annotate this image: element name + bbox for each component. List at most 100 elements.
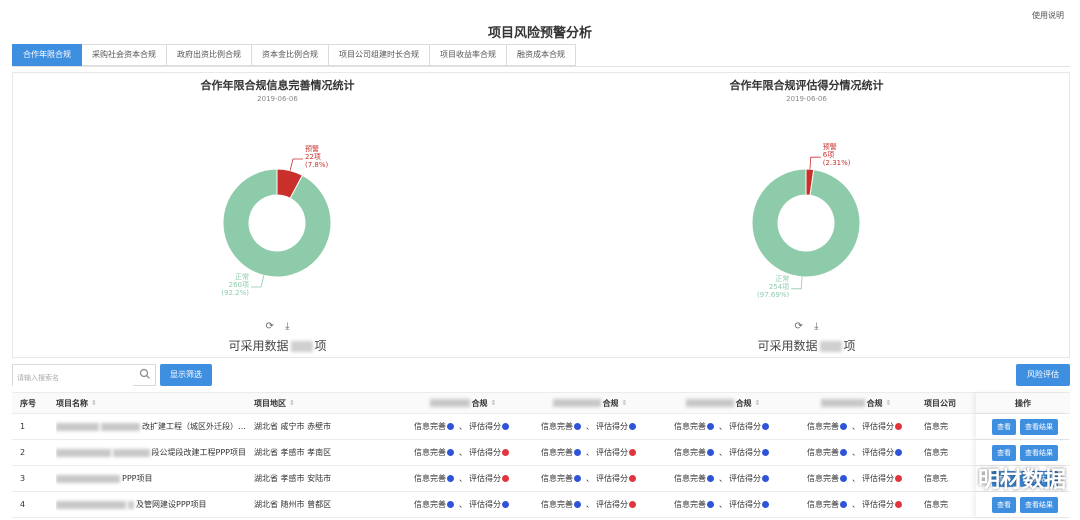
search-input[interactable] bbox=[13, 368, 133, 388]
separator: 、 bbox=[459, 500, 467, 509]
row-area-text: 湖北省 随州市 曾都区 bbox=[254, 500, 332, 509]
available-suffix: 项 bbox=[843, 339, 856, 353]
col-op-label: 操作 bbox=[1015, 398, 1031, 408]
search-box bbox=[12, 364, 156, 388]
row-area-text: 湖北省 孝感市 安陆市 bbox=[254, 474, 332, 483]
check-icon bbox=[895, 449, 902, 456]
col-area[interactable]: 项目地区 ⇕ bbox=[254, 393, 394, 413]
row-name[interactable]: 改扩建工程（城区外迁段）… bbox=[56, 414, 246, 439]
separator: 、 bbox=[852, 448, 860, 457]
separator: 、 bbox=[852, 422, 860, 431]
col-name[interactable]: 项目名称 ⇕ bbox=[56, 393, 246, 413]
check-icon bbox=[574, 501, 581, 508]
download-icon[interactable]: ⤓ bbox=[285, 321, 289, 332]
check-icon bbox=[707, 449, 714, 456]
tab-1[interactable]: 采购社会资本合规 bbox=[82, 44, 167, 66]
slice-1[interactable] bbox=[222, 168, 332, 278]
check-icon bbox=[840, 501, 847, 508]
table-row[interactable]: 3 PPP项目 湖北省 孝感市 安陆市 信息完善、评估得分 信息完善、评估得分 信息… bbox=[12, 466, 1070, 492]
sort-icon[interactable]: ⇕ bbox=[491, 399, 497, 407]
row-compliance-status: 信息完善 、评估得分 bbox=[524, 492, 656, 517]
view-result-button[interactable]: 查看结果 bbox=[1020, 444, 1058, 461]
redacted-text bbox=[685, 399, 734, 407]
redacted-text bbox=[112, 448, 150, 457]
tab-3[interactable]: 资本金比例合规 bbox=[252, 44, 329, 66]
view-button[interactable]: 查看 bbox=[992, 444, 1016, 461]
info-label: 信息完善 bbox=[414, 500, 446, 509]
row-name[interactable]: 段公堤段改建工程PPP项目 bbox=[56, 440, 246, 465]
view-button[interactable]: 查看 bbox=[992, 418, 1016, 435]
sort-icon[interactable]: ⇕ bbox=[886, 399, 892, 407]
slice-1[interactable] bbox=[751, 168, 861, 278]
check-icon bbox=[762, 449, 769, 456]
sort-icon[interactable]: ⇕ bbox=[755, 399, 761, 407]
view-button[interactable]: 查看 bbox=[992, 496, 1016, 513]
redacted-text bbox=[101, 422, 140, 431]
col-compliance-2[interactable]: 合规 ⇕ bbox=[524, 393, 656, 413]
search-icon[interactable] bbox=[139, 368, 151, 380]
sort-icon[interactable]: ⇕ bbox=[289, 399, 295, 407]
info-label: 信息完善 bbox=[674, 448, 706, 457]
tab-4[interactable]: 项目公司组建时长合规 bbox=[329, 44, 430, 66]
info-label: 信息完善 bbox=[807, 500, 839, 509]
tab-2[interactable]: 政府出资比例合规 bbox=[167, 44, 252, 66]
tab-bar: 合作年限合规 采购社会资本合规 政府出资比例合规 资本金比例合规 项目公司组建时长合规项… bbox=[12, 44, 576, 66]
leader-line bbox=[250, 275, 265, 288]
row-company-text: 信息完 bbox=[924, 500, 948, 509]
refresh-icon[interactable]: ⟳ bbox=[795, 321, 803, 332]
chart-tools: ⟳ ⤓ bbox=[13, 321, 542, 332]
view-result-button[interactable]: 查看结果 bbox=[1020, 470, 1058, 487]
info-label: 信息完善 bbox=[414, 474, 446, 483]
table-row[interactable]: 4 及管网建设PPP项目 湖北省 随州市 曾都区 信息完善、评估得分 信息完善、评估… bbox=[12, 492, 1070, 518]
leader-line bbox=[791, 276, 803, 290]
page-title: 项目风险预警分析 bbox=[487, 26, 592, 41]
separator: 、 bbox=[586, 474, 594, 483]
check-icon bbox=[447, 423, 454, 430]
cross-icon bbox=[629, 501, 636, 508]
row-name[interactable]: PPP项目 bbox=[56, 466, 246, 491]
slice-label: (92.2%) bbox=[221, 289, 249, 297]
risk-assessment-button[interactable]: 风险评估 bbox=[1016, 364, 1070, 386]
check-icon bbox=[629, 423, 636, 430]
row-name[interactable]: 及管网建设PPP项目 bbox=[56, 492, 246, 517]
slice-label: (97.69%) bbox=[757, 291, 789, 299]
row-index: 2 bbox=[20, 440, 46, 465]
help-link[interactable]: 使用说明 bbox=[1032, 10, 1064, 21]
row-area: 湖北省 咸宁市 赤壁市 bbox=[254, 414, 394, 439]
check-icon bbox=[502, 423, 509, 430]
col-compliance-3[interactable]: 合规 ⇕ bbox=[656, 393, 790, 413]
sort-icon[interactable]: ⇕ bbox=[622, 399, 628, 407]
info-label: 信息完善 bbox=[807, 474, 839, 483]
chart-info-completeness: 合作年限合规信息完善情况统计 2019-06-06 预警 22项 (7.8%) 正常 2… bbox=[13, 73, 542, 359]
view-button[interactable]: 查看 bbox=[992, 470, 1016, 487]
redacted-text bbox=[56, 500, 126, 509]
table-row[interactable]: 1 改扩建工程（城区外迁段）… 湖北省 咸宁市 赤壁市 信息完善、评估得分 信息完善… bbox=[12, 414, 1070, 440]
row-index-text: 4 bbox=[20, 500, 26, 509]
row-compliance-status: 信息完善 、评估得分 bbox=[656, 466, 790, 491]
table-row[interactable]: 2 段公堤段改建工程PPP项目 湖北省 孝感市 孝南区 信息完善、评估得分 信息完善… bbox=[12, 440, 1070, 466]
row-compliance-status: 信息完善 、评估得分 bbox=[524, 440, 656, 465]
sort-icon[interactable]: ⇕ bbox=[91, 399, 97, 407]
redacted-text bbox=[56, 448, 111, 457]
view-result-button[interactable]: 查看结果 bbox=[1020, 496, 1058, 513]
download-icon[interactable]: ⤓ bbox=[814, 321, 818, 332]
donut-chart: 预警6项(2.31%) 正常254项(97.69%) bbox=[751, 142, 861, 299]
col-compliance-1[interactable]: 合规 ⇕ bbox=[402, 393, 524, 413]
score-label: 评估得分 bbox=[862, 422, 894, 431]
tab-6[interactable]: 融资成本合规 bbox=[507, 44, 576, 66]
cross-icon bbox=[502, 449, 509, 456]
tab-5[interactable]: 项目收益率合规 bbox=[430, 44, 507, 66]
col-index: 序号 bbox=[20, 393, 46, 413]
check-icon bbox=[502, 501, 509, 508]
row-compliance-status: 信息完善 、评估得分 bbox=[790, 440, 922, 465]
row-company-status: 信息完 bbox=[924, 440, 982, 465]
col-compliance-4[interactable]: 合规 ⇕ bbox=[790, 393, 922, 413]
slice-label: 6项 bbox=[823, 151, 834, 159]
show-filter-button[interactable]: 显示筛选 bbox=[160, 364, 212, 386]
score-label: 评估得分 bbox=[596, 422, 628, 431]
view-result-button[interactable]: 查看结果 bbox=[1020, 418, 1058, 435]
tab-0[interactable]: 合作年限合规 bbox=[12, 44, 82, 66]
info-label: 信息完善 bbox=[541, 448, 573, 457]
refresh-icon[interactable]: ⟳ bbox=[266, 321, 274, 332]
row-company-status: 信息完 bbox=[924, 466, 982, 491]
